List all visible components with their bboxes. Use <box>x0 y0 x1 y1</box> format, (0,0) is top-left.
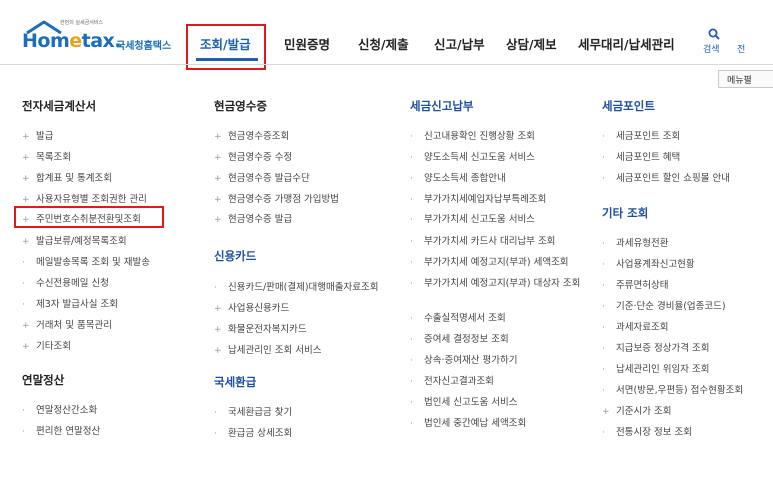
nav-inquiry-issuance[interactable]: 조회/발급 <box>200 34 251 53</box>
menu-item[interactable]: · 세금포인트 혜택 <box>602 152 680 164</box>
menu-item[interactable]: · 과세자료조회 <box>602 322 668 334</box>
menu-item[interactable]: + 사업용신용카드 <box>214 303 289 315</box>
logo-korean-name: 국세청홈택스 <box>116 41 172 52</box>
logo-tagline: 한번의 실세금서비스 <box>60 20 103 26</box>
menu-item[interactable]: · 사업용계좌신고현황 <box>602 259 695 271</box>
menu-item[interactable]: · 부가가치세 예정고지(부과) 대상자 조회 <box>410 278 582 290</box>
menu-item[interactable]: + 납세관리인 조회 서비스 <box>214 345 321 357</box>
menu-item[interactable]: · 납세관리인 위임자 조회 <box>602 364 709 376</box>
menu-item[interactable]: · 증여세 결정정보 조회 <box>410 334 509 346</box>
menu-item[interactable]: · 연말정산간소화 <box>22 405 97 417</box>
search-label: 검색 <box>703 45 720 55</box>
section-title-cash-receipt: 현금영수증 <box>214 99 267 113</box>
menu-item[interactable]: · 수출실적명세서 조회 <box>410 313 506 325</box>
menu-item[interactable]: · 상속·증여재산 평가하기 <box>410 355 517 367</box>
menu-item[interactable]: · 법인세 중간예납 세액조회 <box>410 418 526 430</box>
menu-item[interactable]: · 전자신고결과조회 <box>410 376 494 388</box>
logo-wordmark: Hometax. <box>22 30 122 52</box>
menu-item[interactable]: · 지급보증 정상가격 조회 <box>602 343 709 355</box>
search-button[interactable]: 검색 <box>703 28 727 56</box>
expand-menu-button[interactable]: 메뉴펼 <box>718 70 773 88</box>
menu-item[interactable]: + 현금영수증 가맹점 가입방법 <box>214 194 339 206</box>
menu-item[interactable]: · 전통시장 정보 조회 <box>602 427 692 439</box>
menu-item[interactable]: · 법인세 신고도움 서비스 <box>410 397 517 409</box>
menu-item[interactable]: · 신고내용확인 진행상황 조회 <box>410 131 535 143</box>
menu-item[interactable]: · 국세환급금 찾기 <box>214 407 292 419</box>
menu-item[interactable]: · 주류면허상태 <box>602 280 668 292</box>
menu-item[interactable]: + 발급 <box>22 131 53 143</box>
hometax-logo[interactable]: 한번의 실세금서비스 Hometax. 국세청홈택스 <box>22 16 172 56</box>
menu-item[interactable]: + 목록조회 <box>22 152 71 164</box>
section-title-e-tax-invoice: 전자세금계산서 <box>22 99 97 113</box>
menu-item[interactable]: + 기준시가 조회 <box>602 406 671 418</box>
menu-item[interactable]: · 부가가치세 예정고지(부과) 세액조회 <box>410 257 569 269</box>
menu-item[interactable]: + 화물운전자복지카드 <box>214 324 307 336</box>
menu-item[interactable]: · 기준·단순 경비율(업종코드) <box>602 301 726 313</box>
menu-item[interactable]: + 현금영수증 발급수단 <box>214 173 310 185</box>
active-nav-underline <box>196 58 258 61</box>
menu-item[interactable]: + 현금영수증 발급 <box>214 214 292 226</box>
menu-item[interactable]: · 세금포인트 할인 쇼핑몰 안내 <box>602 173 730 185</box>
menu-item[interactable]: + 현금영수증 수정 <box>214 152 292 164</box>
section-title-credit-card: 신용카드 <box>214 249 257 263</box>
menu-item[interactable]: + 현금영수증조회 <box>214 131 289 143</box>
menu-item[interactable]: + 발급보류/예정목록조회 <box>22 236 127 248</box>
menu-item[interactable]: + 사용자유형별 조회권한 관리 <box>22 194 147 206</box>
menu-item[interactable]: + 합계표 및 통계조회 <box>22 173 112 185</box>
section-title-tax-report-payment: 세금신고납부 <box>410 99 474 113</box>
header: 한번의 실세금서비스 Hometax. 국세청홈택스 조회/발급 민원증명 신청… <box>0 0 773 70</box>
menu-item[interactable]: · 부가가치세 카드사 대리납부 조회 <box>410 236 555 248</box>
menu-item[interactable]: · 세금포인트 조회 <box>602 131 680 143</box>
section-title-tax-refund: 국세환급 <box>214 375 257 389</box>
cut-off-nav-label[interactable]: 전 <box>737 42 745 55</box>
menu-item[interactable]: · 부가가치세 신고도움 서비스 <box>410 214 535 226</box>
menu-item-resident-number-conversion[interactable]: + 주민번호수취분전환및조회 <box>22 214 141 226</box>
menu-item[interactable]: + 기타조회 <box>22 341 71 353</box>
section-title-other-inquiry: 기타 조회 <box>602 206 649 220</box>
menu-item[interactable]: · 양도소득세 신고도움 서비스 <box>410 152 535 164</box>
section-title-year-end-settlement: 연말정산 <box>22 373 65 387</box>
menu-item[interactable]: · 서면(방문,우편등) 접수현황조회 <box>602 385 772 397</box>
menu-item[interactable]: · 양도소득세 종합안내 <box>410 173 506 185</box>
nav-consult-report[interactable]: 상담/제보 <box>506 34 557 53</box>
section-title-tax-points: 세금포인트 <box>602 99 655 113</box>
nav-tax-agent[interactable]: 세무대리/납세관리 <box>578 34 675 53</box>
nav-report-payment[interactable]: 신고/납부 <box>434 34 485 53</box>
menu-item[interactable]: · 부가가치세예입자납부특례조회 <box>410 194 546 206</box>
menu-item[interactable]: · 제3자 발급사실 조회 <box>22 299 118 311</box>
menu-item[interactable]: · 과세유형전환 <box>602 238 668 250</box>
menu-item[interactable]: · 신용카드/판매(결제)대행매출자료조회 <box>214 282 378 294</box>
search-icon <box>708 28 720 40</box>
menu-item[interactable]: · 편리한 연말정산 <box>22 426 100 438</box>
menu-item[interactable]: · 메일발송목록 조회 및 재발송 <box>22 257 150 269</box>
nav-civil-certificate[interactable]: 민원증명 <box>284 34 330 53</box>
menu-item[interactable]: · 환급금 상세조회 <box>214 428 292 440</box>
nav-application-submission[interactable]: 신청/제출 <box>358 34 409 53</box>
menu-item[interactable]: · 수신전용메일 신청 <box>22 278 109 290</box>
header-divider <box>0 64 773 65</box>
menu-item[interactable]: + 거래처 및 품목관리 <box>22 320 112 332</box>
